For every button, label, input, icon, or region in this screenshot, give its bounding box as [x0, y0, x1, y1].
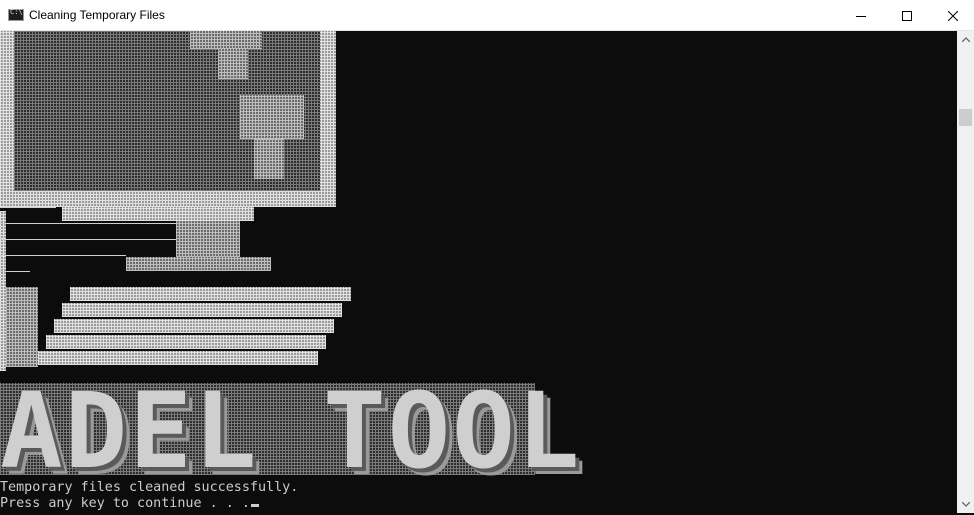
minimize-button[interactable]: [838, 0, 884, 31]
scroll-up-button[interactable]: [957, 31, 974, 48]
monitor-stand: [176, 221, 240, 257]
stand-line: [0, 239, 176, 240]
keyboard-row: [70, 287, 351, 301]
stand-line: [0, 255, 126, 256]
console-line-success: Temporary files cleaned successfully.: [0, 480, 299, 495]
keyboard-side: [6, 287, 38, 367]
keyboard-row: [54, 319, 334, 333]
keyboard-row: [62, 303, 342, 317]
monitor-stand: [126, 257, 271, 271]
screen-shape: [190, 31, 262, 49]
title-bar: C:\ Cleaning Temporary Files: [0, 0, 974, 31]
maximize-button[interactable]: [884, 0, 930, 31]
ascii-banner-title: ADEL TOOL: [0, 370, 582, 492]
chevron-down-icon: [961, 502, 970, 507]
keyboard-row: [46, 335, 326, 349]
monitor-stand: [62, 207, 254, 221]
close-button[interactable]: [930, 0, 974, 31]
scroll-thumb[interactable]: [959, 109, 972, 126]
scroll-down-button[interactable]: [957, 496, 974, 513]
console-app-icon: C:\: [8, 8, 24, 21]
screen-shape: [254, 139, 284, 179]
monitor-stand: [0, 207, 56, 221]
stand-line: [0, 271, 30, 272]
console-output[interactable]: ADEL TOOL Temporary files cleaned succes…: [0, 31, 957, 513]
vertical-scrollbar[interactable]: [957, 31, 974, 513]
keyboard-row: [38, 351, 318, 365]
close-icon: [948, 10, 958, 21]
stand-line: [0, 223, 176, 224]
console-line-prompt: Press any key to continue . . .: [0, 496, 259, 512]
minimize-icon: [856, 15, 866, 17]
maximize-icon: [902, 10, 912, 21]
prompt-text: Press any key to continue . . .: [0, 496, 250, 511]
chevron-up-icon: [961, 37, 970, 42]
screen-shape: [240, 95, 304, 139]
screen-shape: [218, 49, 248, 79]
text-cursor: [250, 504, 259, 507]
window-title: Cleaning Temporary Files: [29, 8, 165, 22]
